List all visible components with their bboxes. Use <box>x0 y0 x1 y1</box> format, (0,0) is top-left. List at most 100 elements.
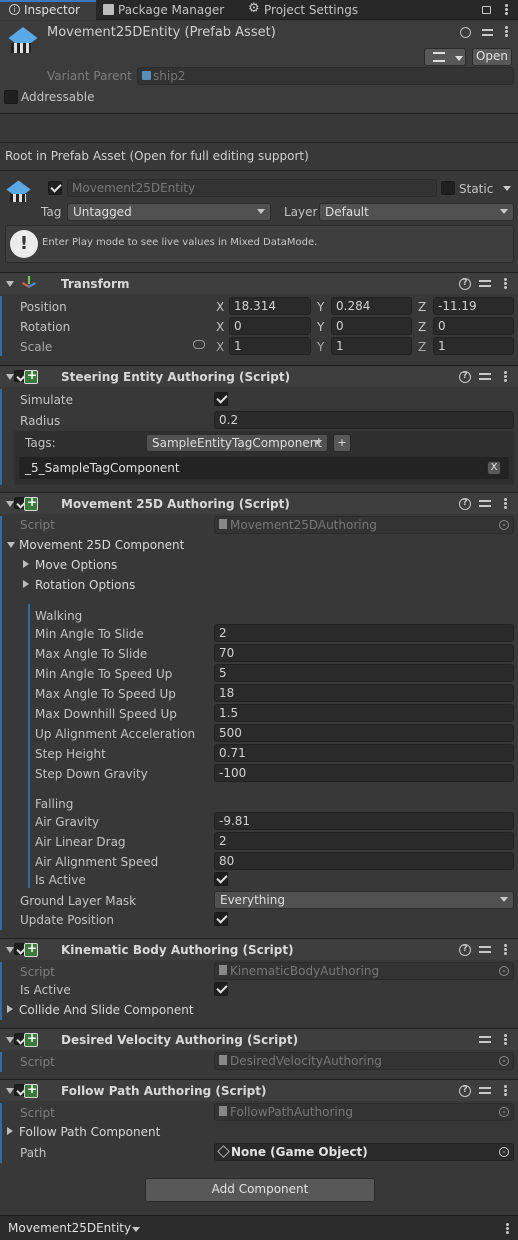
walking-field[interactable]: -100 <box>214 764 514 782</box>
component-menu-icon[interactable] <box>504 278 507 290</box>
walking-field[interactable]: 70 <box>214 644 514 662</box>
follow-path-header[interactable]: Follow Path Authoring (Script) ? <box>0 1079 518 1101</box>
scale-y-field[interactable]: 1 <box>331 337 412 355</box>
asset-menu-icon[interactable] <box>505 26 508 38</box>
object-picker-icon[interactable] <box>499 966 509 976</box>
lock-icon[interactable] <box>482 6 491 14</box>
preset-icon[interactable] <box>479 1034 491 1046</box>
foldout-arrow-icon[interactable] <box>6 374 14 380</box>
component-menu-icon[interactable] <box>504 1034 507 1046</box>
foldout-arrow-icon[interactable] <box>7 1127 13 1135</box>
remove-tag-button[interactable]: X <box>487 461 501 475</box>
path-field[interactable]: None (Game Object) <box>214 1143 514 1161</box>
walking-field[interactable]: 18 <box>214 684 514 702</box>
component-menu-icon[interactable] <box>504 1085 507 1097</box>
preset-icon[interactable] <box>479 278 491 290</box>
desired-velocity-header[interactable]: Desired Velocity Authoring (Script) <box>0 1028 518 1050</box>
movement-header[interactable]: Movement 25D Authoring (Script) ? <box>0 492 518 514</box>
foldout-arrow-icon[interactable] <box>6 1088 14 1094</box>
tags-dropdown[interactable]: SampleEntityTagComponent <box>146 434 328 452</box>
steering-header[interactable]: Steering Entity Authoring (Script) ? <box>0 365 518 387</box>
preset-icon[interactable] <box>479 371 491 383</box>
help-icon[interactable]: ? <box>459 278 471 290</box>
tag-dropdown[interactable]: Untagged <box>67 203 271 221</box>
add-component-button[interactable]: Add Component <box>145 1178 375 1202</box>
help-icon[interactable]: ? <box>459 498 471 510</box>
walking-field[interactable]: 500 <box>214 724 514 742</box>
help-icon[interactable]: ? <box>459 1085 471 1097</box>
foldout-arrow-icon[interactable] <box>7 542 15 548</box>
variant-parent-field[interactable]: ship2 <box>137 67 514 85</box>
collide-component-label[interactable]: Collide And Slide Component <box>19 1003 194 1017</box>
scale-x-field[interactable]: 1 <box>229 337 311 355</box>
component-menu-icon[interactable] <box>504 371 507 383</box>
transform-header[interactable]: Transform ? <box>0 272 518 294</box>
follow-path-component-label[interactable]: Follow Path Component <box>19 1125 160 1139</box>
foldout-arrow-icon[interactable] <box>23 560 29 568</box>
footer-preview-dropdown[interactable]: Movement25DEntity <box>4 1219 144 1237</box>
falling-field[interactable]: -9.81 <box>214 812 514 830</box>
script-field[interactable]: FollowPathAuthoring <box>214 1103 514 1121</box>
component-menu-icon[interactable] <box>504 944 507 956</box>
static-dropdown-icon[interactable] <box>503 186 511 191</box>
walking-field[interactable]: 1.5 <box>214 704 514 722</box>
update-position-checkbox[interactable] <box>214 912 228 926</box>
static-checkbox[interactable] <box>441 181 455 195</box>
walking-field[interactable]: 2 <box>214 624 514 642</box>
script-field[interactable]: KinematicBodyAuthoring <box>214 962 514 980</box>
object-picker-icon[interactable] <box>499 1147 509 1157</box>
is-active-checkbox[interactable] <box>214 872 228 886</box>
kinematic-header[interactable]: Kinematic Body Authoring (Script) ? <box>0 938 518 960</box>
walking-field[interactable]: 5 <box>214 664 514 682</box>
foldout-arrow-icon[interactable] <box>23 580 29 588</box>
preset-icon[interactable] <box>479 944 491 956</box>
component-menu-icon[interactable] <box>504 498 507 510</box>
layer-dropdown[interactable]: Default <box>319 203 514 221</box>
preset-icon[interactable] <box>479 1085 491 1097</box>
foldout-arrow-icon[interactable] <box>6 501 14 507</box>
walking-field[interactable]: 0.71 <box>214 744 514 762</box>
footer-menu-icon[interactable] <box>506 1223 509 1235</box>
rotation-x-field[interactable]: 0 <box>229 317 311 335</box>
addressable-checkbox[interactable] <box>4 90 18 104</box>
foldout-arrow-icon[interactable] <box>6 281 14 287</box>
falling-field[interactable]: 80 <box>214 852 514 870</box>
constrain-proportions-icon[interactable] <box>193 340 205 349</box>
position-y-field[interactable]: 0.284 <box>331 297 412 315</box>
position-z-field[interactable]: -11.19 <box>433 297 514 315</box>
rotation-options-label[interactable]: Rotation Options <box>35 578 135 592</box>
slider-settings-icon[interactable] <box>482 27 493 38</box>
script-field[interactable]: Movement25DAuthoring <box>214 516 514 534</box>
radius-field[interactable]: 0.2 <box>214 411 514 429</box>
tab-menu-icon[interactable] <box>505 4 508 16</box>
list-dropdown-button[interactable] <box>424 48 466 66</box>
script-field[interactable]: DesiredVelocityAuthoring <box>214 1052 514 1070</box>
ground-layer-dropdown[interactable]: Everything <box>214 891 514 909</box>
simulate-checkbox[interactable] <box>214 392 228 406</box>
help-icon[interactable]: ? <box>459 371 471 383</box>
scale-z-field[interactable]: 1 <box>433 337 514 355</box>
help-icon[interactable] <box>460 27 471 38</box>
foldout-arrow-icon[interactable] <box>6 947 14 953</box>
object-picker-icon[interactable] <box>499 520 509 530</box>
falling-field[interactable]: 2 <box>214 832 514 850</box>
foldout-arrow-icon[interactable] <box>6 1037 14 1043</box>
tab-inspector[interactable]: i Inspector <box>0 0 96 20</box>
open-button[interactable]: Open <box>472 48 512 66</box>
move-options-label[interactable]: Move Options <box>35 558 117 572</box>
position-x-field[interactable]: 18.314 <box>229 297 311 315</box>
movement-component-label[interactable]: Movement 25D Component <box>19 538 184 552</box>
object-picker-icon[interactable] <box>499 1107 509 1117</box>
gameobject-name-field[interactable]: Movement25DEntity <box>67 179 437 197</box>
object-picker-icon[interactable] <box>499 1056 509 1066</box>
preset-icon[interactable] <box>479 498 491 510</box>
tab-package-manager[interactable]: Package Manager <box>96 0 236 20</box>
add-tag-button[interactable]: + <box>333 434 351 452</box>
rotation-z-field[interactable]: 0 <box>433 317 514 335</box>
rotation-y-field[interactable]: 0 <box>331 317 412 335</box>
help-icon[interactable]: ? <box>459 944 471 956</box>
active-checkbox[interactable] <box>48 181 62 195</box>
foldout-arrow-icon[interactable] <box>7 1005 13 1013</box>
is-active-checkbox[interactable] <box>214 982 228 996</box>
tab-project-settings[interactable]: ⚙ Project Settings <box>240 0 370 20</box>
